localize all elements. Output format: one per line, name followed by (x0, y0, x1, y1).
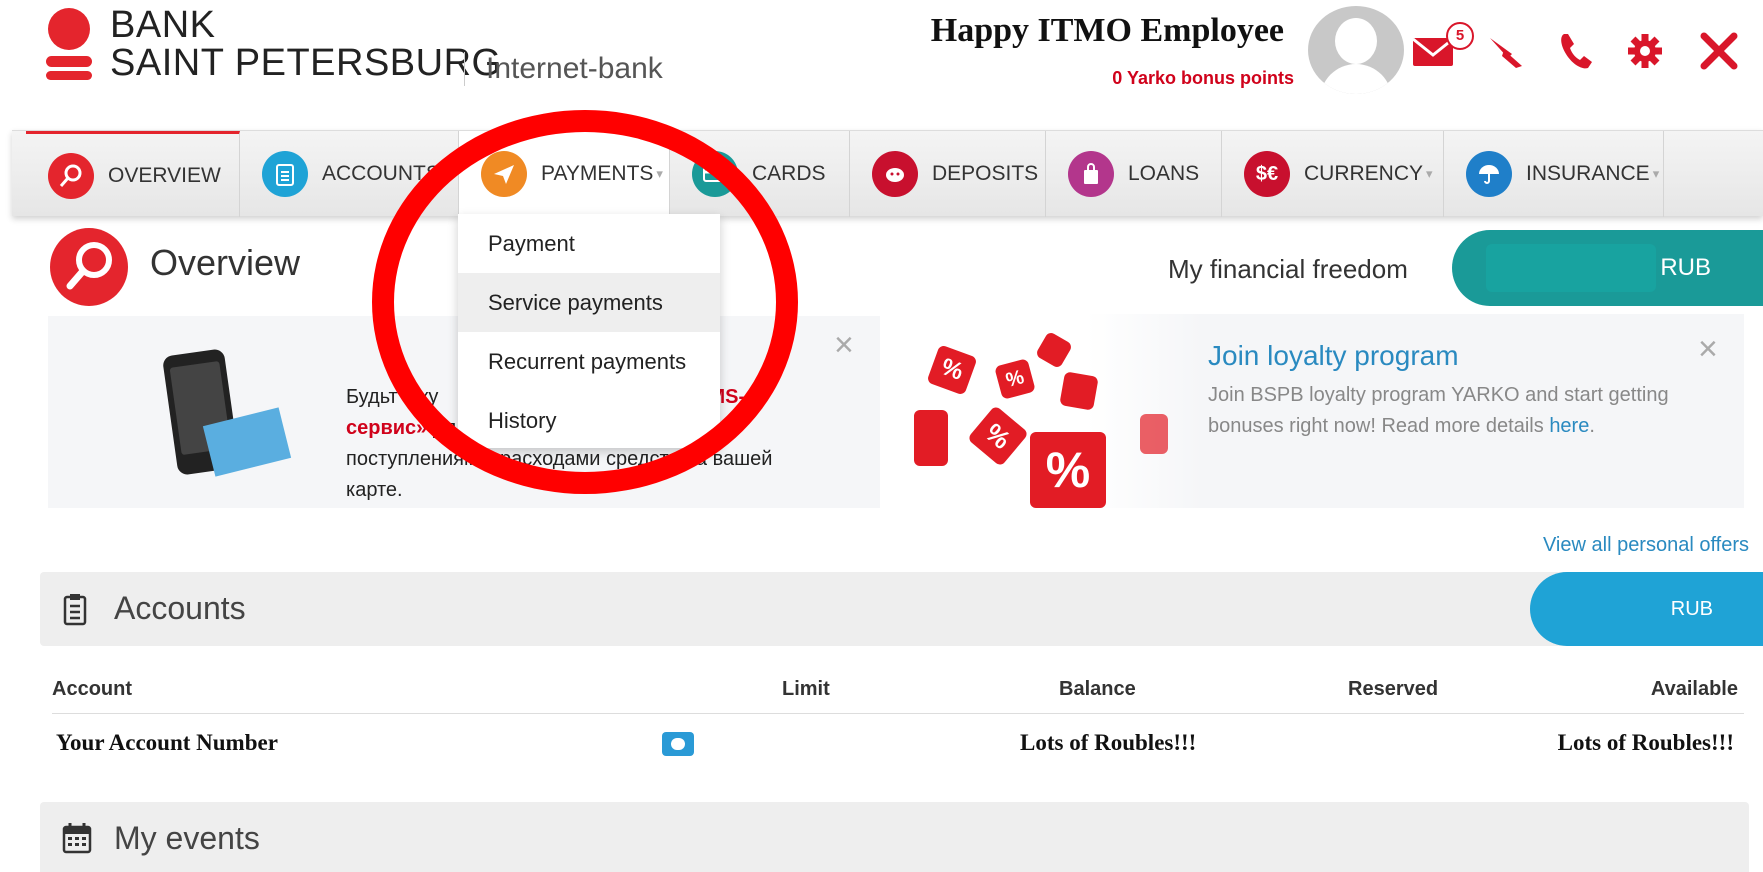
logo-divider (464, 52, 465, 86)
logo-line2: SAINT PETERSBURG (110, 42, 502, 84)
menu-item-payment[interactable]: Payment (458, 214, 720, 273)
close-banner-icon[interactable]: × (834, 328, 854, 362)
nav-accounts[interactable]: ACCOUNTS (240, 131, 470, 217)
chevron-down-icon: ▾ (1426, 166, 1433, 181)
chevron-down-icon: ▾ (1652, 166, 1660, 181)
nav-insurance-label: INSURANCE (1526, 162, 1650, 185)
nav-insurance[interactable]: INSURANCE ▾ (1444, 131, 1664, 217)
overview-icon (50, 228, 128, 306)
account-balance: Lots of Roubles!!! (1020, 730, 1197, 755)
calendar-icon (62, 822, 92, 862)
nav-cards-label: CARDS (752, 162, 826, 185)
loyalty-banner[interactable]: % % % % Join loyalty program Join BSPB l… (912, 314, 1744, 508)
mail-count-badge: 5 (1446, 22, 1474, 50)
table-row[interactable]: Your Account Number Lots of Roubles!!! L… (52, 730, 1744, 770)
bag-icon (1068, 151, 1114, 197)
nav-overview-label: OVERVIEW (108, 163, 221, 187)
events-title: My events (114, 820, 260, 856)
page-title: Overview (150, 242, 301, 283)
events-section-header[interactable]: My events (40, 802, 1749, 872)
col-balance: Balance (1059, 678, 1136, 700)
account-number[interactable]: Your Account Number (56, 730, 278, 756)
view-all-offers-link[interactable]: View all personal offers (1543, 534, 1749, 557)
currency-icon: $€ (1244, 151, 1290, 197)
card-icon[interactable] (662, 732, 694, 756)
avatar[interactable] (1308, 6, 1404, 94)
nav-currency-label: CURRENCY (1304, 162, 1424, 185)
menu-item-service-payments[interactable]: Service payments (458, 273, 720, 332)
chevron-down-icon: ▾ (656, 166, 663, 181)
nav-currency[interactable]: $€ CURRENCY ▾ (1222, 131, 1444, 217)
nav-payments-label: PAYMENTS (541, 162, 654, 185)
nav-loans[interactable]: LOANS (1046, 131, 1222, 217)
close-banner-icon[interactable]: × (1698, 332, 1718, 366)
nav-loans-label: LOANS (1128, 162, 1200, 185)
col-limit: Limit (782, 678, 830, 700)
logo-line1: BANK (110, 4, 216, 46)
nav-payments[interactable]: PAYMENTS ▾ (458, 131, 670, 217)
col-reserved: Reserved (1348, 678, 1439, 700)
logo-subtitle: Internet-bank (486, 52, 663, 85)
close-icon[interactable] (1696, 28, 1742, 74)
settings-icon[interactable] (1622, 28, 1668, 74)
col-available: Available (1650, 678, 1738, 700)
menu-item-history[interactable]: History (458, 391, 720, 450)
magnifier-icon (48, 152, 94, 199)
clipboard-icon (62, 592, 88, 634)
financial-freedom-currency-label: RUB (1660, 254, 1711, 281)
piggy-bank-icon (872, 151, 918, 197)
accounts-title: Accounts (114, 590, 246, 626)
bonus-points[interactable]: 0 Yarko bonus points (990, 68, 1294, 89)
nav-accounts-label: ACCOUNTS (322, 162, 440, 185)
nav-cards[interactable]: CARDS (670, 131, 850, 217)
col-account: Account (52, 678, 132, 700)
user-name[interactable]: Happy ITMO Employee (900, 12, 1284, 50)
accounts-currency[interactable]: RUB (1530, 572, 1763, 646)
card-icon (692, 151, 738, 197)
main-nav: OVERVIEW ACCOUNTS PAYMENTS ▾ CARDS DEPOSI… (12, 130, 1763, 217)
accounts-section-header[interactable]: Accounts (40, 572, 1749, 646)
logo-text: BANK SAINT PETERSBURG (110, 6, 502, 82)
bank-logo[interactable]: BANK SAINT PETERSBURG Internet-bank (46, 6, 686, 86)
nav-overview[interactable]: OVERVIEW (26, 131, 240, 217)
nav-deposits-label: DEPOSITS (932, 162, 1039, 185)
nav-deposits[interactable]: DEPOSITS (850, 131, 1046, 217)
financial-freedom-currency[interactable]: RUB (1452, 230, 1763, 306)
loyalty-text: Join BSPB loyalty program YARKO and star… (1208, 384, 1669, 437)
accounts-table-header: Account Limit Balance Reserved Available (52, 678, 1744, 714)
account-available: Lots of Roubles!!! (1557, 730, 1734, 755)
loyalty-title[interactable]: Join loyalty program (1208, 340, 1459, 372)
umbrella-icon (1466, 151, 1512, 197)
paper-plane-icon (481, 151, 527, 197)
logo-mark-icon (46, 8, 92, 84)
menu-item-recurrent-payments[interactable]: Recurrent payments (458, 332, 720, 391)
clipboard-icon (262, 151, 308, 197)
loyalty-here-link[interactable]: here (1549, 415, 1589, 437)
phone-icon[interactable] (1554, 28, 1600, 74)
financial-freedom-label: My financial freedom (1168, 254, 1408, 284)
feedback-icon[interactable] (1482, 28, 1528, 74)
dice-image: % % % % (912, 314, 1202, 508)
payments-dropdown-menu: Payment Service payments Recurrent payme… (458, 214, 720, 448)
